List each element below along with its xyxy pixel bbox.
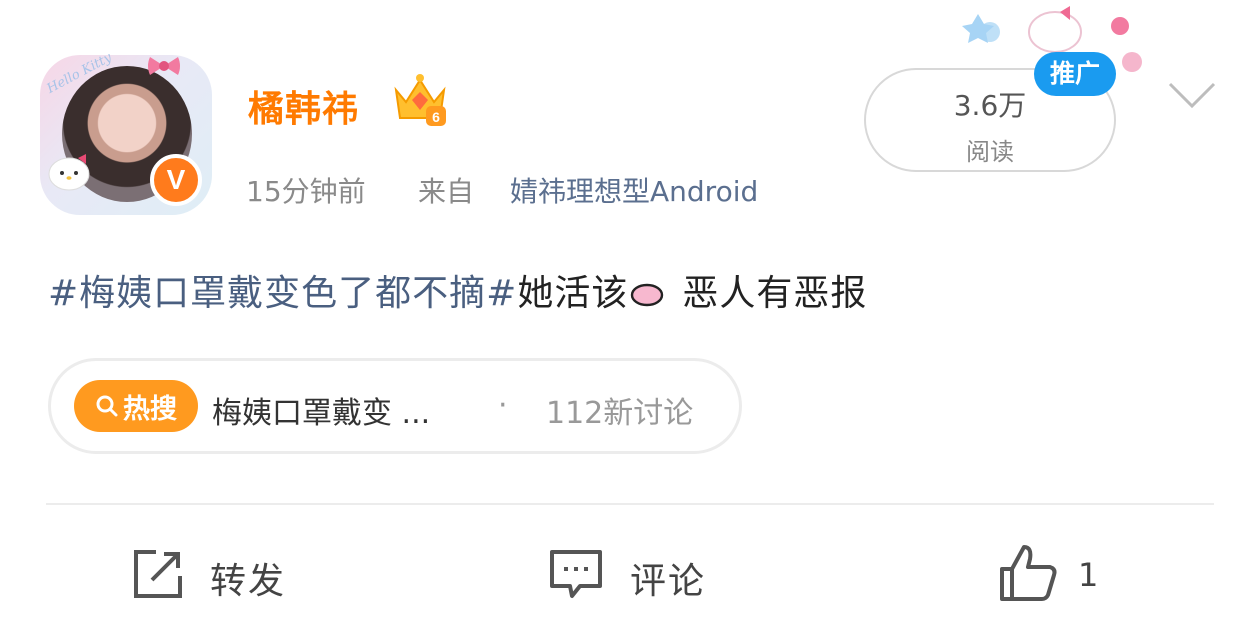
chevron-down-icon[interactable]	[1166, 78, 1218, 112]
repost-icon[interactable]	[130, 546, 186, 602]
level-number: 6	[432, 109, 440, 125]
username[interactable]: 橘韩祎	[248, 80, 359, 132]
post-text-part1: 她活该	[517, 273, 629, 314]
ad-badge: 推广	[1034, 52, 1116, 96]
post-text: #梅姨口罩戴变色了都不摘#她活该 恶人有恶报	[48, 264, 867, 316]
crown-icon[interactable]: 6	[390, 70, 450, 128]
hot-search-tag-label: 热搜	[123, 393, 177, 425]
divider	[46, 503, 1214, 505]
kitty-icon	[48, 154, 90, 191]
search-icon	[96, 395, 118, 417]
post-source[interactable]: 婧祎理想型Android	[510, 170, 758, 210]
like-icon[interactable]	[998, 543, 1058, 603]
hot-search-separator: ·	[498, 388, 508, 423]
from-label: 来自	[418, 175, 475, 208]
hot-search-title[interactable]: 梅姨口罩戴变 ...	[212, 388, 430, 432]
heart-icon	[631, 283, 664, 307]
comment-icon[interactable]	[548, 546, 604, 602]
hot-search-count: 112新讨论	[546, 396, 694, 431]
repost-button[interactable]: 转发	[210, 552, 286, 604]
post-text-part2: 恶人有恶报	[682, 273, 868, 314]
hashtag-link[interactable]: #梅姨口罩戴变色了都不摘#	[48, 273, 517, 314]
verified-badge: V	[150, 154, 202, 206]
hot-search-tag: 热搜	[74, 380, 198, 432]
bow-icon	[148, 57, 180, 75]
read-label: 阅读	[966, 138, 1014, 166]
post-time: 15分钟前	[246, 175, 366, 208]
like-count: 1	[1078, 556, 1099, 594]
comment-button[interactable]: 评论	[630, 552, 706, 604]
